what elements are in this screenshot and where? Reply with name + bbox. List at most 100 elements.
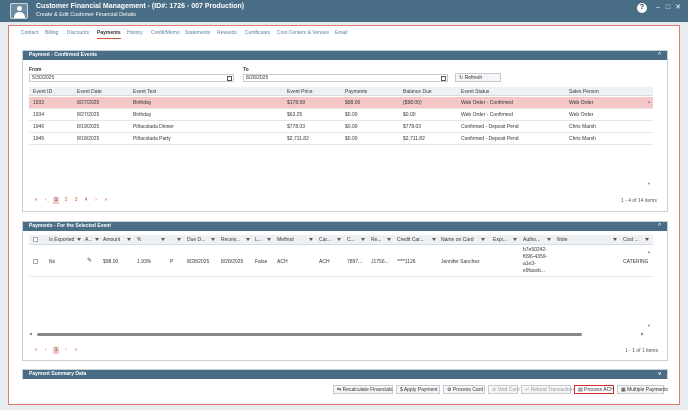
tab-rewards[interactable]: Rewards (217, 30, 237, 36)
filter-icon[interactable] (161, 238, 165, 242)
last-page-icon[interactable]: » (103, 197, 109, 204)
tab-statements[interactable]: Statements (185, 30, 210, 36)
filter-icon[interactable] (613, 238, 617, 242)
filter-icon[interactable] (77, 238, 81, 242)
expand-icon[interactable]: v (658, 370, 661, 379)
last-page-icon[interactable]: » (73, 347, 79, 354)
help-button[interactable]: ? (637, 3, 647, 13)
filter-icon[interactable] (267, 238, 271, 242)
next-page-icon[interactable]: › (93, 197, 99, 204)
col-a[interactable]: A... (85, 237, 93, 243)
multiple-payments-button[interactable]: ▦ Multiple Payments (617, 385, 668, 394)
prev-page-icon[interactable]: ‹ (43, 347, 49, 354)
filter-icon[interactable] (127, 238, 131, 242)
col-amount[interactable]: Amount (103, 237, 120, 243)
tab-payments[interactable]: Payments (97, 30, 121, 39)
page-4[interactable]: 4 (83, 197, 89, 204)
tab-email[interactable]: Email (335, 30, 348, 36)
recalculate-financials-button[interactable]: ⇆ Recalculate Financials (333, 385, 393, 394)
row-checkbox[interactable] (33, 259, 38, 264)
filter-icon[interactable] (432, 238, 436, 242)
page-3[interactable]: 3 (73, 197, 79, 204)
first-page-icon[interactable]: « (33, 197, 39, 204)
filter-icon[interactable] (337, 238, 341, 242)
tab-history[interactable]: History (127, 30, 143, 36)
tab-discounts[interactable]: Discounts (67, 30, 89, 36)
filter-icon[interactable] (645, 238, 649, 242)
collapse-icon[interactable]: ^ (658, 51, 661, 60)
prev-page-icon[interactable]: ‹ (43, 197, 49, 204)
col-card-type[interactable]: Car... (319, 237, 331, 243)
col-due-date[interactable]: Due D... (187, 237, 205, 243)
filter-icon[interactable] (361, 238, 365, 242)
filter-icon[interactable] (177, 238, 181, 242)
tab-contact[interactable]: Contact (21, 30, 38, 36)
filter-icon[interactable] (246, 238, 250, 242)
col-c[interactable]: C... (347, 237, 355, 243)
col-credit-card[interactable]: Credit Car... (397, 237, 424, 243)
horizontal-scrollbar[interactable] (37, 333, 582, 336)
col-sales-person[interactable]: Sales Person (569, 89, 599, 95)
maximize-button[interactable]: □ (663, 3, 673, 13)
col-l[interactable]: L... (255, 237, 262, 243)
col-method[interactable]: Method (277, 237, 294, 243)
filter-icon[interactable] (547, 238, 551, 242)
minimize-button[interactable]: – (653, 3, 663, 13)
filter-icon[interactable] (309, 238, 313, 242)
first-page-icon[interactable]: « (33, 347, 39, 354)
col-re[interactable]: Re... (371, 237, 382, 243)
process-card-button[interactable]: ⚙ Process Card (443, 385, 485, 394)
page-1[interactable]: 1 (53, 347, 59, 354)
refresh-button[interactable]: ↻ Refresh (455, 73, 501, 82)
col-event-status[interactable]: Event Status (461, 89, 489, 95)
tab-certificates[interactable]: Certificates (245, 30, 270, 36)
table-row[interactable]: 1945 8/18/2025 Piñacolada Party $2,711.8… (29, 133, 653, 145)
col-note[interactable]: Note (557, 237, 568, 243)
next-page-icon[interactable]: › (63, 347, 69, 354)
scroll-up-icon[interactable]: ▲ (647, 99, 651, 104)
filter-icon[interactable] (211, 238, 215, 242)
col-expiry[interactable]: Expi... (493, 237, 507, 243)
scroll-down-icon[interactable]: ▼ (647, 323, 651, 328)
table-row[interactable]: 1946 8/19/2025 Piñacolada Dinner $778.03… (29, 121, 653, 133)
page-1[interactable]: 1 (53, 197, 59, 204)
col-name-on-card[interactable]: Name on Card (441, 237, 474, 243)
scroll-down-icon[interactable]: ▼ (647, 181, 651, 186)
filter-icon[interactable] (513, 238, 517, 242)
col-balance-due[interactable]: Balance Due (403, 89, 432, 95)
col-received[interactable]: Receiv... (221, 237, 240, 243)
col-percent[interactable]: % (137, 237, 141, 243)
tab-cost-centers[interactable]: Cost Centers & Venues (277, 30, 329, 36)
process-ach-button[interactable]: ▤ Process ACH (574, 385, 614, 394)
table-row[interactable]: No ✎ $98.00 1.93% P 8/28/2025 8/28/2025 … (29, 245, 653, 277)
tab-billing[interactable]: Billing (45, 30, 58, 36)
edit-icon[interactable]: ✎ (87, 257, 92, 264)
apply-payment-button[interactable]: $ Apply Payment (396, 385, 440, 394)
tab-credit-memo[interactable]: Credit/Memo (151, 30, 180, 36)
col-payments[interactable]: Payments (345, 89, 367, 95)
collapse-icon[interactable]: ^ (658, 222, 661, 231)
calendar-icon[interactable] (441, 76, 446, 81)
calendar-icon[interactable] (227, 76, 232, 81)
select-all-checkbox[interactable] (33, 237, 38, 242)
table-row[interactable]: 1932 8/27/2025 Birthday $178.59 $98.00 (… (29, 97, 653, 109)
filter-icon[interactable] (481, 238, 485, 242)
scroll-left-icon[interactable]: ◀ (29, 331, 33, 336)
col-event-price[interactable]: Event Price (287, 89, 313, 95)
page-2[interactable]: 2 (63, 197, 69, 204)
scroll-right-icon[interactable]: ▶ (641, 331, 645, 336)
scroll-up-icon[interactable]: ▲ (647, 249, 651, 254)
col-authorization[interactable]: Autho... (523, 237, 540, 243)
void-card-button[interactable]: ⊘ Void Card (488, 385, 520, 394)
col-is-exported[interactable]: Is Exported (49, 237, 74, 243)
col-event-date[interactable]: Event Date (77, 89, 102, 95)
col-event-text[interactable]: Event Text (133, 89, 156, 95)
filter-icon[interactable] (387, 238, 391, 242)
close-button[interactable]: ✕ (673, 3, 683, 13)
col-cost[interactable]: Cost ... (623, 237, 639, 243)
col-event-id[interactable]: Event ID (33, 89, 52, 95)
to-date-field[interactable]: 8/28/2025 (243, 74, 448, 82)
table-row[interactable]: 1934 8/27/2025 Birthday $63.25 $0.00 $0.… (29, 109, 653, 121)
from-date-field[interactable]: 5/30/2025 (29, 74, 234, 82)
filter-icon[interactable] (95, 238, 99, 242)
